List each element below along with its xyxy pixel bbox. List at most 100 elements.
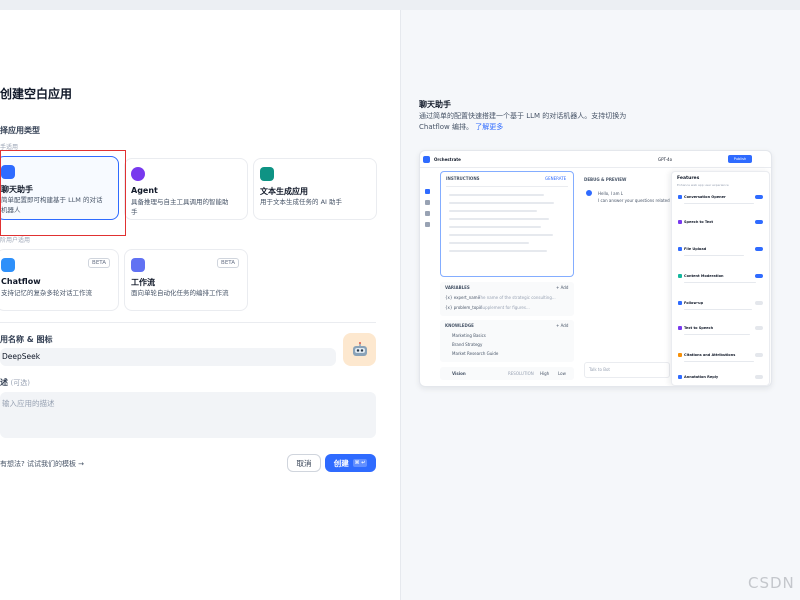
app-description-input[interactable]: 输入应用的描述: [0, 392, 376, 438]
high-option: High: [540, 371, 550, 376]
learn-more-link[interactable]: 了解更多: [475, 123, 503, 131]
create-label: 创建: [333, 458, 349, 468]
name-icon-label: 用名称 & 图标: [0, 335, 53, 344]
card-desc: 面向单轮自动化任务的编排工作流: [131, 289, 229, 297]
orchestrate-title: Orchestrate: [434, 157, 461, 162]
feature-desc-line: [684, 309, 752, 310]
app-type-card-agent[interactable]: Agent 具备推理与自主工具调用的智能助手: [124, 158, 248, 220]
feature-name: Speech to Text: [684, 220, 714, 224]
card-desc: 支持记忆的复杂多轮对话工作流: [1, 289, 92, 297]
rail-api-icon: [425, 200, 430, 205]
text-line: [449, 194, 544, 196]
dialog-title: 创建空白应用: [0, 87, 73, 101]
feature-desc-line: [684, 334, 750, 335]
add-knowledge-button: + Add: [556, 323, 569, 328]
preview-screenshot: Orchestrate GPT-4o Publish INSTRUCTIONS …: [419, 150, 772, 387]
variables-section: VARIABLES + Add {x} expert_name The name…: [440, 282, 574, 316]
app-type-card-chatflow[interactable]: BETA Chatflow 支持记忆的复杂多轮对话工作流: [0, 249, 119, 311]
app-logo-icon: [423, 156, 430, 163]
chatflow-icon: [1, 258, 15, 272]
feature-desc-line: [684, 282, 756, 283]
app-name-input[interactable]: DeepSeek: [0, 348, 336, 366]
variables-label: VARIABLES: [445, 285, 470, 290]
debug-preview-label: DEBUG & PREVIEW: [584, 177, 627, 182]
knowledge-label: KNOWLEDGE: [445, 323, 474, 328]
features-panel: Features Enhance web app user experience…: [671, 171, 770, 386]
instr-line: [446, 186, 568, 187]
description-label: 述 (可选): [0, 378, 31, 387]
app-type-card-workflow[interactable]: BETA 工作流 面向单轮自动化任务的编排工作流: [124, 249, 248, 311]
advanced-label: 阶用户适用: [0, 237, 31, 244]
text-to-speech-icon: [678, 326, 682, 330]
file-upload-icon: [678, 247, 682, 251]
csdn-watermark: CSDN: [748, 574, 795, 592]
bot-avatar-icon: [586, 190, 592, 196]
feature-name: Follow-up: [684, 301, 704, 305]
top-band: [0, 0, 800, 10]
feature-toggle-off: [755, 375, 763, 379]
knowledge-section: KNOWLEDGE + Add Marketing Basics Brand S…: [440, 320, 574, 362]
rail-overview-icon: [425, 222, 430, 227]
generate-button: GENERATE: [545, 176, 567, 181]
feature-desc-line: [684, 361, 754, 362]
feature-name: Content Moderation: [684, 274, 724, 278]
feature-name: Annotation Reply: [684, 375, 719, 379]
app-type-card-text-generation[interactable]: 文本生成应用 用于文本生成任务的 AI 助手: [253, 158, 377, 220]
cancel-button[interactable]: 取消: [287, 454, 321, 472]
preview-description: 通过简单的配置快速搭建一个基于 LLM 的对话机器人。支持切换为 Chatflo…: [419, 112, 627, 131]
feature-toggle-off: [755, 353, 763, 357]
beta-badge: BETA: [217, 258, 239, 268]
workflow-icon: [131, 258, 145, 272]
knowledge-row: Market Research Guide: [452, 351, 499, 356]
text-generation-icon: [260, 167, 274, 181]
variable-row-desc: The name of the strategic consulting...: [478, 295, 556, 300]
feature-name: Text to Speech: [684, 326, 714, 330]
content-moderation-icon: [678, 274, 682, 278]
variable-row-key: {x} problem_topic: [445, 305, 483, 310]
low-option: Low: [558, 371, 566, 376]
text-line: [449, 210, 537, 212]
preview-title: 聊天助手: [419, 100, 451, 109]
resolution-label: RESOLUTION: [508, 371, 534, 376]
features-subtitle: Enhance web app user experience: [677, 183, 729, 187]
features-title: Features: [677, 176, 700, 181]
feature-desc-line: [684, 203, 754, 204]
card-desc: 具备推理与自主工具调用的智能助手: [131, 198, 229, 216]
feature-toggle-on: [755, 247, 763, 251]
text-line: [449, 234, 553, 236]
rail-orchestrate-icon: [425, 189, 430, 194]
knowledge-row: Marketing Basics: [452, 333, 486, 338]
chat-answer: I can answer your questions related: [598, 198, 670, 203]
text-line: [449, 250, 547, 252]
card-desc: 用于文本生成任务的 AI 助手: [260, 198, 342, 206]
feature-toggle-off: [755, 326, 763, 330]
instructions-box: INSTRUCTIONS GENERATE: [440, 171, 574, 277]
text-line: [449, 202, 554, 204]
top-divider: [420, 167, 771, 168]
instructions-label: INSTRUCTIONS: [446, 176, 480, 181]
rail-logs-icon: [425, 211, 430, 216]
vision-section: Vision RESOLUTION High Low: [440, 367, 574, 380]
app-icon-picker[interactable]: [343, 333, 376, 366]
card-name: 文本生成应用: [260, 187, 308, 196]
feature-desc-line: [684, 255, 744, 256]
card-name: Chatflow: [1, 277, 41, 286]
feature-toggle-on: [755, 195, 763, 199]
agent-icon: [131, 167, 145, 181]
chat-input: Talk to Bot: [584, 362, 670, 378]
text-line: [449, 242, 529, 244]
vision-label: Vision: [452, 371, 466, 376]
knowledge-row: Brand Strategy: [452, 342, 483, 347]
feature-name: Citations and Attributions: [684, 353, 736, 357]
type-section-label: 择应用类型: [0, 126, 40, 135]
follow-up-icon: [678, 301, 682, 305]
beta-badge: BETA: [88, 258, 110, 268]
create-button[interactable]: 创建 ⌘ ↵: [325, 454, 376, 472]
template-link[interactable]: 有想法? 试试我们的模板 →: [0, 459, 84, 469]
divider: [0, 322, 376, 323]
chat-input-placeholder: Talk to Bot: [589, 367, 610, 372]
annotation-reply-icon: [678, 375, 682, 379]
speech-to-text-icon: [678, 220, 682, 224]
feature-name: File Upload: [684, 247, 707, 251]
feature-toggle-off: [755, 301, 763, 305]
